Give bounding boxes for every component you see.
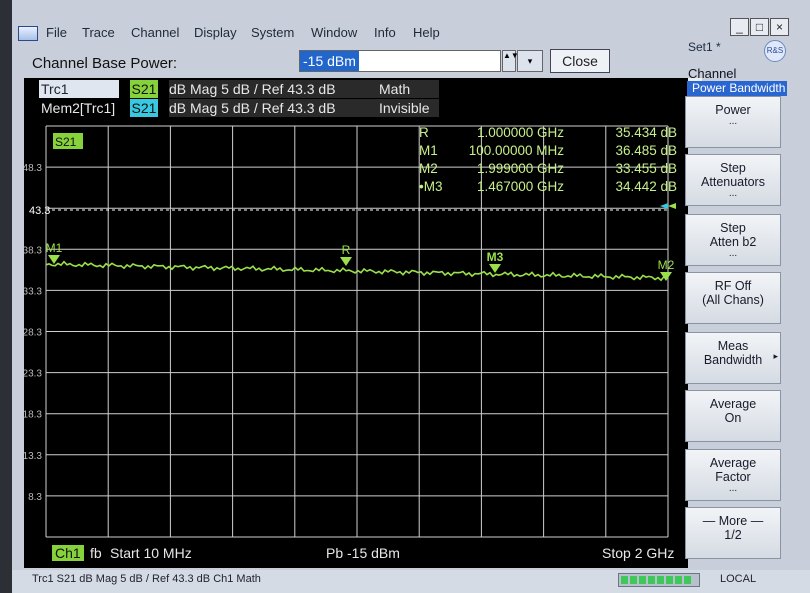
- y-tick-label: 33.3: [24, 286, 42, 297]
- softkey-2[interactable]: Step Attenuators...: [685, 154, 781, 206]
- app-icon[interactable]: [18, 26, 38, 41]
- trace-param[interactable]: S21: [130, 80, 158, 98]
- trace-name[interactable]: Trc1: [39, 80, 119, 98]
- softkey-sublabel: Bandwidth: [703, 353, 763, 367]
- softkey-7[interactable]: Average Factor...: [685, 449, 781, 501]
- base-power[interactable]: Pb -15 dBm: [326, 545, 400, 561]
- marker-row-m3: •M3 1.467000 GHz 34.442 dB: [419, 179, 677, 194]
- softkey-label: Step: [720, 161, 746, 175]
- restore-button[interactable]: □: [750, 18, 769, 36]
- trace-param[interactable]: S21: [130, 99, 158, 117]
- marker-label: M2: [658, 258, 675, 272]
- softkey-dots: ...: [728, 188, 738, 199]
- channel-badge[interactable]: Ch1: [52, 545, 84, 561]
- softkey-label: Average: [709, 397, 757, 411]
- softkey-dots: ...: [728, 116, 738, 127]
- menu-display[interactable]: Display: [194, 25, 237, 40]
- softkey-subtitle: Power Bandwidth: [687, 81, 787, 96]
- marker-label: M3: [487, 250, 504, 264]
- marker-row-m1: M1 100.00000 MHz 36.485 dB: [419, 143, 677, 158]
- softkey-8[interactable]: — More —1/2: [685, 507, 781, 559]
- rs-logo: R&S: [764, 40, 786, 62]
- menu-bar: File Trace Channel Display System Window…: [12, 22, 692, 44]
- marker-row-r: R 1.000000 GHz 35.434 dB: [419, 125, 677, 140]
- y-tick-label: 8.3: [28, 492, 42, 503]
- menu-info[interactable]: Info: [374, 25, 396, 40]
- start-frequency[interactable]: Start 10 MHz: [110, 545, 192, 561]
- menu-trace[interactable]: Trace: [82, 25, 115, 40]
- spin-arrows-icon[interactable]: ▲▼: [502, 50, 519, 72]
- softkey-sublabel: 1/2: [724, 528, 742, 542]
- softkey-label: Power: [715, 103, 751, 117]
- set-name: Set1 *: [688, 40, 721, 54]
- y-tick-label: 38.3: [24, 245, 42, 256]
- marker-m3-icon: [489, 264, 501, 273]
- channel-base-power-value[interactable]: -15 dBm: [300, 51, 359, 71]
- softkey-sublabel: Factor: [715, 470, 751, 484]
- trace-name[interactable]: Mem2[Trc1]: [39, 99, 119, 117]
- softkey-sublabel: (All Chans): [702, 293, 764, 307]
- menu-help[interactable]: Help: [413, 25, 440, 40]
- channel-base-power-input[interactable]: -15 dBm: [299, 50, 501, 72]
- y-tick-label: 48.3: [24, 163, 42, 174]
- marker-info-table: R 1.000000 GHz 35.434 dB M1 100.00000 MHz 36…: [419, 124, 681, 196]
- channel-base-power-bar: Channel Base Power: -15 dBm ▲▼ ▾ Close: [12, 48, 692, 76]
- softkey-label: — More —: [702, 514, 764, 528]
- softkey-3[interactable]: Step Atten b2...: [685, 214, 781, 266]
- y-tick-label: 18.3: [24, 410, 42, 421]
- close-window-button[interactable]: ×: [770, 18, 789, 36]
- trace-state: Math: [379, 81, 411, 97]
- trace-line-trc1[interactable]: Trc1 S21 dB Mag 5 dB / Ref 43.3 dB Math …: [24, 78, 702, 98]
- softkey-sublabel: Atten b2: [709, 235, 757, 249]
- status-text: Trc1 S21 dB Mag 5 dB / Ref 43.3 dB Ch1 M…: [32, 573, 261, 585]
- marker-r-icon: [340, 257, 352, 266]
- channel-base-power-label: Channel Base Power:: [32, 55, 178, 72]
- softkey-6[interactable]: Average On: [685, 390, 781, 442]
- softkey-5[interactable]: Meas Bandwidth ▸: [685, 332, 781, 384]
- minimize-button[interactable]: _: [730, 18, 749, 36]
- marker-label: R: [342, 243, 351, 257]
- vna-screen: File Trace Channel Display System Window…: [12, 0, 810, 593]
- menu-window[interactable]: Window: [311, 25, 357, 40]
- submenu-arrow-icon: ▸: [773, 351, 778, 361]
- softkey-label: Meas: [717, 339, 749, 353]
- trace-line-mem2[interactable]: Mem2[Trc1] S21 dB Mag 5 dB / Ref 43.3 dB…: [24, 99, 688, 117]
- marker-label: M1: [46, 241, 63, 255]
- softkey-sublabel: Attenuators: [701, 175, 765, 189]
- trace-state: Invisible: [379, 100, 430, 116]
- softkey-dots: ...: [728, 483, 738, 494]
- menu-file[interactable]: File: [46, 25, 67, 40]
- status-bar: Trc1 S21 dB Mag 5 dB / Ref 43.3 dB Ch1 M…: [12, 570, 810, 593]
- marker-m1-icon: [48, 255, 60, 264]
- menu-channel[interactable]: Channel: [131, 25, 179, 40]
- s21-plot-label: S21: [55, 135, 77, 149]
- progress-led-icon: [618, 573, 700, 587]
- channel-info-line: Ch1 fb Start 10 MHz Pb -15 dBm Stop 2 GH…: [24, 543, 688, 565]
- close-button[interactable]: Close: [550, 49, 610, 73]
- softkey-1[interactable]: Power...: [685, 96, 781, 148]
- reference-value-label: 43.3: [29, 205, 50, 217]
- trace-format: dB Mag 5 dB / Ref 43.3 dB: [169, 81, 336, 97]
- fb-label: fb: [90, 545, 102, 561]
- y-tick-label: 13.3: [24, 451, 42, 462]
- softkey-4[interactable]: RF Off (All Chans): [685, 272, 781, 324]
- softkey-label: Average: [709, 456, 757, 470]
- softkey-dots: ...: [728, 248, 738, 259]
- dropdown-icon[interactable]: ▾: [517, 50, 543, 72]
- local-indicator: LOCAL: [720, 573, 757, 585]
- diagram-area: Trc1 S21 dB Mag 5 dB / Ref 43.3 dB Math …: [24, 78, 702, 568]
- softkey-label: Step: [720, 221, 746, 235]
- ref-marker-trc-icon: [668, 203, 676, 209]
- marker-row-m2: M2 1.999000 GHz 33.455 dB: [419, 161, 677, 176]
- y-tick-label: 28.3: [24, 328, 42, 339]
- y-tick-label: 23.3: [24, 369, 42, 380]
- window-controls: _ □ ×: [730, 18, 790, 36]
- softkey-label: RF Off: [714, 279, 752, 293]
- stop-frequency[interactable]: Stop 2 GHz: [602, 545, 674, 561]
- menu-system[interactable]: System: [251, 25, 294, 40]
- softkey-sublabel: On: [724, 411, 742, 425]
- softkey-title: Channel: [688, 66, 737, 81]
- trace-format: dB Mag 5 dB / Ref 43.3 dB: [169, 100, 336, 116]
